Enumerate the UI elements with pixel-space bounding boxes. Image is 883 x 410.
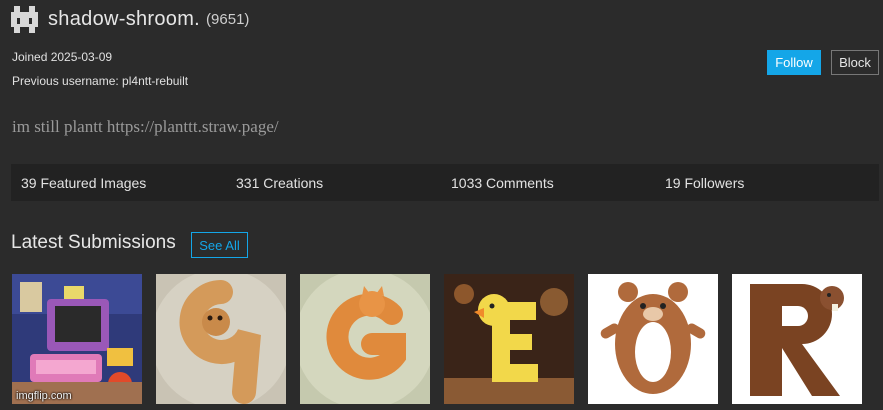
retro-computer-image (12, 274, 142, 404)
joined-date: Joined 2025-03-09 (12, 50, 113, 64)
beaver-shaped-r-image (732, 274, 862, 404)
stat-comments[interactable]: 1033 Comments (451, 175, 554, 191)
cat-shaped-g-image (300, 274, 430, 404)
duck-shaped-e-image (444, 274, 574, 404)
previous-username: Previous username: pl4ntt-rebuilt (12, 74, 189, 88)
profile-bio: im still plantt https://planttt.straw.pa… (12, 117, 279, 136)
latest-submissions-heading: Latest Submissions (11, 232, 176, 253)
follow-button[interactable]: Follow (767, 50, 821, 75)
submission-thumbnail-2[interactable] (156, 274, 286, 404)
submission-thumbnail-5[interactable] (588, 274, 718, 404)
bear-shaped-o-image (588, 274, 718, 404)
stat-followers[interactable]: 19 Followers (665, 175, 744, 191)
see-all-button[interactable]: See All (191, 232, 248, 258)
submission-thumbnail-6[interactable] (732, 274, 862, 404)
profile-header: shadow-shroom. (9651) (11, 4, 249, 34)
stats-bar: 39 Featured Images 331 Creations 1033 Co… (11, 164, 879, 201)
block-button[interactable]: Block (831, 50, 879, 75)
user-points: (9651) (206, 10, 250, 28)
stat-creations[interactable]: 331 Creations (236, 175, 323, 191)
submission-thumbnail-3[interactable] (300, 274, 430, 404)
dog-shaped-9-image (156, 274, 286, 404)
stat-featured-images[interactable]: 39 Featured Images (21, 175, 146, 191)
username: shadow-shroom. (48, 7, 201, 30)
imgflip-watermark: imgflip.com (16, 390, 72, 402)
pixel-avatar-icon (11, 5, 38, 33)
submission-thumbnail-4[interactable] (444, 274, 574, 404)
submission-thumbnail-1[interactable]: imgflip.com (12, 274, 142, 404)
